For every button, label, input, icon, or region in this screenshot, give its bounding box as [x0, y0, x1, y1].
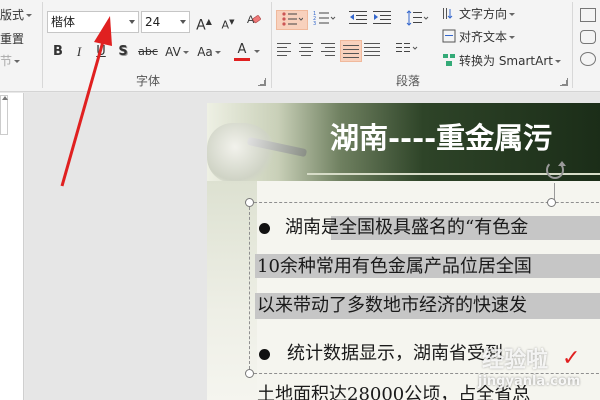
- resize-handle-middle-left[interactable]: [245, 369, 254, 378]
- character-spacing-button[interactable]: AV: [162, 42, 192, 62]
- scroll-up-icon[interactable]: [2, 96, 8, 100]
- font-name-value: 楷体: [51, 15, 76, 29]
- font-color-swatch: [234, 58, 250, 61]
- font-dialog-launcher-icon[interactable]: [258, 78, 266, 86]
- hand-image: [207, 123, 277, 183]
- align-right-icon: [319, 42, 335, 56]
- section-button[interactable]: 节: [0, 52, 21, 69]
- smartart-icon: [443, 54, 455, 66]
- shrink-font-button[interactable]: A▼: [218, 12, 238, 32]
- change-case-button[interactable]: Aa: [194, 42, 224, 62]
- clear-formatting-button[interactable]: A: [244, 11, 264, 31]
- increase-indent-icon: [373, 11, 391, 24]
- group-separator: [572, 2, 573, 88]
- align-left-icon: [277, 42, 293, 56]
- align-center-button[interactable]: [298, 42, 318, 62]
- checkmark-icon: ✓: [562, 346, 581, 371]
- paragraph-2-line-1[interactable]: 统计数据显示，湖南省受到: [287, 344, 503, 364]
- shape-rectangle-icon[interactable]: [580, 8, 596, 22]
- convert-smartart-button[interactable]: 转换为 SmartArt: [442, 51, 561, 71]
- chevron-down-icon[interactable]: [180, 20, 186, 24]
- align-left-button[interactable]: [277, 42, 297, 62]
- group-separator: [271, 2, 272, 88]
- line-spacing-icon: [406, 10, 429, 26]
- italic-button[interactable]: I: [69, 42, 89, 62]
- align-right-button[interactable]: [319, 42, 339, 62]
- font-color-button[interactable]: A: [232, 40, 252, 60]
- paragraph-dialog-launcher-icon[interactable]: [560, 78, 568, 86]
- columns-icon: [396, 43, 418, 52]
- paragraph-1-plain-text: 湖南: [285, 217, 321, 238]
- slide-title[interactable]: 湖南----重金属污: [330, 115, 552, 157]
- paragraph-1-line-1[interactable]: 湖南是全国极具盛名的“有色金: [285, 218, 528, 238]
- columns-button[interactable]: [394, 42, 422, 62]
- watermark-title: 经验啦: [482, 348, 549, 373]
- line-spacing-button[interactable]: [404, 10, 432, 30]
- bullet-list-icon: [282, 12, 304, 26]
- font-name-combo[interactable]: 楷体: [47, 11, 139, 33]
- shape-rounded-rectangle-icon[interactable]: [580, 30, 596, 44]
- numbered-list-icon: 123: [313, 11, 336, 27]
- strikethrough-button[interactable]: abc: [136, 42, 160, 62]
- bold-button[interactable]: B: [48, 42, 68, 62]
- svg-text:3: 3: [313, 21, 316, 26]
- distributed-icon: [364, 42, 380, 56]
- font-size-combo[interactable]: 24: [141, 11, 190, 33]
- slide-left-decoration: [207, 181, 257, 400]
- watermark: 经验啦 ✓ jingyanla.com: [478, 340, 598, 398]
- numbering-button[interactable]: 123: [311, 10, 339, 30]
- bullet-icon: [259, 223, 270, 234]
- paragraph-1-line-2[interactable]: 10余种常用有色金属产品位居全国: [257, 257, 532, 277]
- font-group-label: 字体: [135, 74, 160, 88]
- underline-button[interactable]: U: [91, 42, 111, 62]
- bullets-button[interactable]: [276, 10, 308, 30]
- resize-handle-top-center[interactable]: [547, 198, 556, 207]
- font-color-dropdown[interactable]: [252, 42, 262, 62]
- grow-font-button[interactable]: A▲: [194, 12, 214, 34]
- distributed-button[interactable]: [364, 42, 384, 62]
- text-direction-button[interactable]: 文字方向: [442, 4, 516, 24]
- shape-oval-icon[interactable]: [580, 52, 596, 66]
- rotate-handle-icon[interactable]: [546, 161, 566, 179]
- slide-thumbnail-pane: [0, 93, 24, 400]
- ribbon: 版式 重置 节 楷体 24 A▲ A▼ A B I U S abc AV Aa …: [0, 0, 600, 92]
- bullet-icon: [259, 349, 270, 360]
- resize-handle-top-left[interactable]: [245, 198, 254, 207]
- align-text-icon: [442, 29, 456, 43]
- align-center-icon: [298, 42, 314, 56]
- align-text-button[interactable]: 对齐文本: [442, 27, 516, 47]
- decrease-indent-icon: [349, 11, 367, 24]
- reset-button[interactable]: 重置: [0, 30, 24, 47]
- text-direction-icon: [443, 8, 453, 19]
- paragraph-1-selected-text: 是全国极具盛名的“有色金: [321, 217, 529, 238]
- font-size-value: 24: [145, 15, 161, 29]
- layout-button[interactable]: 版式: [0, 6, 33, 23]
- justify-icon: [343, 44, 359, 58]
- watermark-url: jingyanla.com: [478, 374, 581, 389]
- scrollbar[interactable]: [0, 95, 8, 135]
- group-separator: [42, 2, 43, 88]
- shadow-button[interactable]: S: [113, 42, 133, 62]
- eraser-icon: A: [247, 14, 261, 26]
- paragraph-1-line-3[interactable]: 以来带动了多数地市经济的快速发: [257, 296, 527, 316]
- justify-button[interactable]: [340, 40, 362, 62]
- paragraph-group-label: 段落: [395, 74, 420, 88]
- decrease-indent-button[interactable]: [348, 10, 368, 30]
- chevron-down-icon[interactable]: [129, 20, 135, 24]
- increase-indent-button[interactable]: [372, 10, 392, 30]
